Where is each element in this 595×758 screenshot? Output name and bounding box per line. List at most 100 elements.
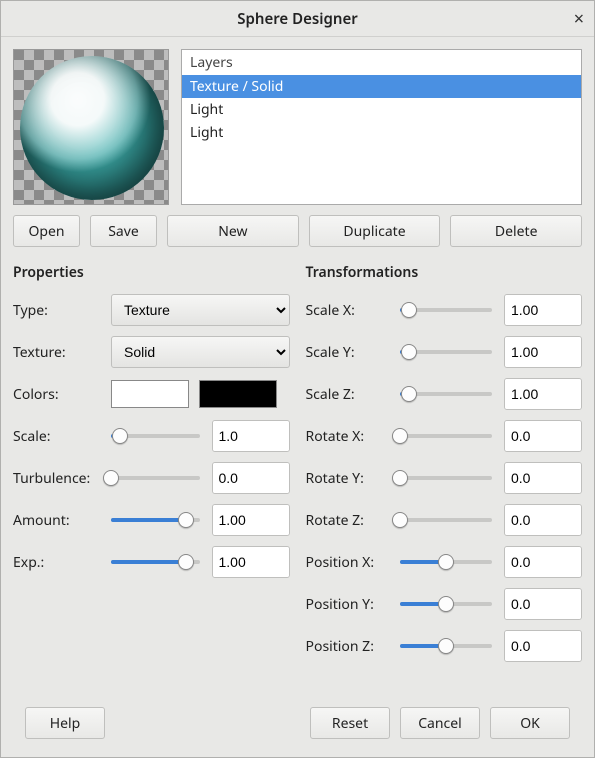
type-label: Type: — [13, 301, 99, 320]
ok-button[interactable]: OK — [490, 707, 570, 739]
type-select[interactable]: Texture — [111, 294, 290, 326]
slider[interactable] — [400, 343, 493, 361]
scale-z-label: Scale Z: — [306, 385, 388, 404]
scale-y-row: Scale Y: ▲▼ — [306, 336, 583, 368]
delete-button[interactable]: Delete — [450, 215, 582, 247]
spinbox[interactable]: ▲▼ — [504, 336, 582, 368]
slider[interactable] — [400, 301, 493, 319]
help-button[interactable]: Help — [25, 707, 105, 739]
save-button[interactable]: Save — [90, 215, 157, 247]
titlebar: Sphere Designer × — [1, 1, 594, 37]
amount-label: Amount: — [13, 511, 99, 530]
slider[interactable] — [400, 385, 493, 403]
spin-input[interactable] — [213, 421, 290, 451]
layers-panel: Layers Texture / SolidLightLight — [181, 49, 582, 205]
layers-header: Layers — [182, 50, 581, 75]
color-swatches — [111, 380, 277, 408]
sphere-designer-dialog: Sphere Designer × Layers Texture / Solid… — [0, 0, 595, 758]
color-swatch-1[interactable] — [111, 380, 189, 408]
spin-input[interactable] — [213, 505, 290, 535]
position-x-row: Position X: ▲▼ — [306, 546, 583, 578]
rotate-y-label: Rotate Y: — [306, 469, 388, 488]
scale-x-row: Scale X: ▲▼ — [306, 294, 583, 326]
scale-row: Scale: ▲▼ — [13, 420, 290, 452]
slider[interactable] — [111, 511, 200, 529]
scale-label: Scale: — [13, 427, 99, 446]
properties-title: Properties — [13, 263, 290, 282]
color-swatch-2[interactable] — [199, 380, 277, 408]
spinbox[interactable]: ▲▼ — [504, 588, 582, 620]
colors-row: Colors: — [13, 378, 290, 410]
dialog-content: Layers Texture / SolidLightLight Open Sa… — [1, 37, 594, 757]
texture-label: Texture: — [13, 343, 99, 362]
rotate-z-label: Rotate Z: — [306, 511, 388, 530]
new-button[interactable]: New — [167, 215, 299, 247]
spinbox[interactable]: ▲▼ — [212, 546, 290, 578]
open-button[interactable]: Open — [13, 215, 80, 247]
spinbox[interactable]: ▲▼ — [504, 378, 582, 410]
exp-row: Exp.: ▲▼ — [13, 546, 290, 578]
cancel-button[interactable]: Cancel — [400, 707, 480, 739]
scale-z-row: Scale Z: ▲▼ — [306, 378, 583, 410]
layer-item[interactable]: Texture / Solid — [182, 75, 581, 98]
spin-input[interactable] — [505, 505, 582, 535]
spin-input[interactable] — [505, 421, 582, 451]
layer-item[interactable]: Light — [182, 98, 581, 121]
spin-input[interactable] — [505, 547, 582, 577]
slider[interactable] — [400, 595, 493, 613]
rotate-x-label: Rotate X: — [306, 427, 388, 446]
spinbox[interactable]: ▲▼ — [504, 546, 582, 578]
spin-input[interactable] — [505, 631, 582, 661]
close-icon[interactable]: × — [574, 7, 584, 31]
spin-input[interactable] — [213, 463, 290, 493]
slider[interactable] — [400, 637, 493, 655]
position-z-label: Position Z: — [306, 637, 388, 656]
layers-list[interactable]: Texture / SolidLightLight — [182, 75, 581, 204]
spin-input[interactable] — [505, 337, 582, 367]
slider[interactable] — [400, 427, 493, 445]
spin-input[interactable] — [505, 379, 582, 409]
rotate-x-row: Rotate X: ▲▼ — [306, 420, 583, 452]
position-y-label: Position Y: — [306, 595, 388, 614]
position-x-label: Position X: — [306, 553, 388, 572]
spinbox[interactable]: ▲▼ — [504, 294, 582, 326]
type-row: Type: Texture — [13, 294, 290, 326]
spinbox[interactable]: ▲▼ — [504, 462, 582, 494]
duplicate-button[interactable]: Duplicate — [309, 215, 441, 247]
sphere-preview — [13, 49, 169, 205]
spin-input[interactable] — [505, 295, 582, 325]
position-y-row: Position Y: ▲▼ — [306, 588, 583, 620]
colors-label: Colors: — [13, 385, 99, 404]
reset-button[interactable]: Reset — [310, 707, 390, 739]
slider[interactable] — [400, 511, 493, 529]
rotate-y-row: Rotate Y: ▲▼ — [306, 462, 583, 494]
spinbox[interactable]: ▲▼ — [504, 504, 582, 536]
turbulence-row: Turbulence: ▲▼ — [13, 462, 290, 494]
amount-row: Amount: ▲▼ — [13, 504, 290, 536]
transformations-title: Transformations — [306, 263, 583, 282]
transformations-column: Transformations Scale X: ▲▼ Scale Y: ▲▼ … — [306, 261, 583, 672]
spin-input[interactable] — [505, 589, 582, 619]
columns: Properties Type: Texture Texture: Solid … — [13, 261, 582, 672]
spinbox[interactable]: ▲▼ — [212, 420, 290, 452]
properties-column: Properties Type: Texture Texture: Solid … — [13, 261, 290, 672]
sphere-graphic — [20, 56, 164, 200]
spinbox[interactable]: ▲▼ — [504, 630, 582, 662]
slider[interactable] — [111, 427, 200, 445]
spinbox[interactable]: ▲▼ — [212, 504, 290, 536]
spinbox[interactable]: ▲▼ — [504, 420, 582, 452]
layer-buttons-row: Open Save New Duplicate Delete — [13, 215, 582, 247]
footer-buttons: Help Reset Cancel OK — [13, 695, 582, 751]
slider[interactable] — [400, 469, 493, 487]
slider[interactable] — [111, 553, 200, 571]
exp-label: Exp.: — [13, 553, 99, 572]
spin-input[interactable] — [505, 463, 582, 493]
layer-item[interactable]: Light — [182, 121, 581, 144]
texture-row: Texture: Solid — [13, 336, 290, 368]
slider[interactable] — [400, 553, 493, 571]
scale-x-label: Scale X: — [306, 301, 388, 320]
slider[interactable] — [111, 469, 200, 487]
spinbox[interactable]: ▲▼ — [212, 462, 290, 494]
texture-select[interactable]: Solid — [111, 336, 290, 368]
spin-input[interactable] — [213, 547, 290, 577]
